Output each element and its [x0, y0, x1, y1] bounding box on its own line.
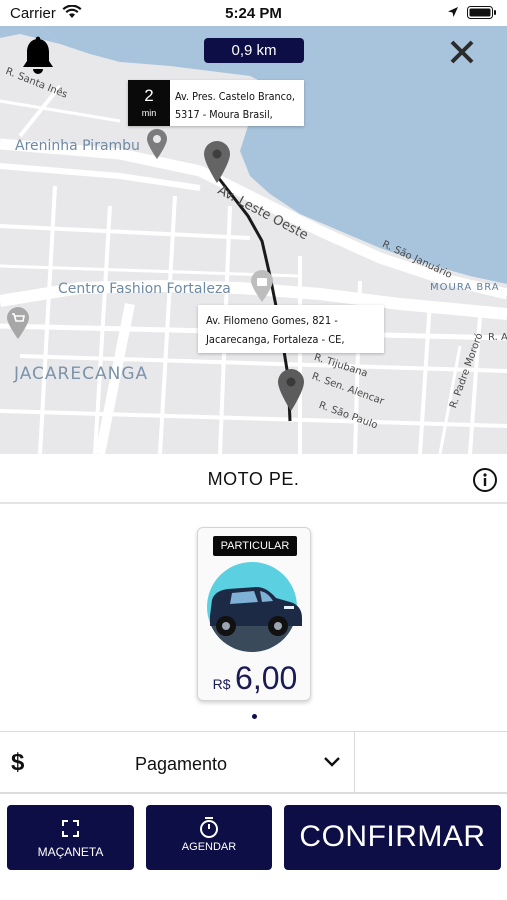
poi-pin-areninha[interactable]: [146, 128, 168, 160]
map-label-areninha: Areninha Pirambu: [15, 138, 140, 154]
map-label-moura-brasil: MOURA BRA: [430, 282, 500, 293]
chevron-down-icon[interactable]: [323, 756, 341, 768]
eta-badge: 2 min: [128, 80, 170, 126]
stopwatch-icon: [200, 817, 218, 838]
confirm-label: CONFIRMAR: [299, 820, 486, 853]
confirm-button[interactable]: CONFIRMAR: [284, 805, 501, 870]
pickup-address: Av. Pres. Castelo Branco, 5317 - Moura B…: [175, 88, 295, 124]
bell-icon[interactable]: [20, 36, 56, 76]
destination-pin[interactable]: [277, 368, 305, 412]
price-value: 6,00: [235, 660, 298, 696]
car-icon: [207, 562, 302, 652]
map-view[interactable]: R. Santa Inês Areninha Pirambu Av. Leste…: [0, 26, 507, 454]
expand-icon: [62, 820, 79, 837]
map-label-jacarecanga: JACARECANGA: [14, 364, 149, 384]
destination-address: Av. Filomeno Gomes, 821 - Jacarecanga, F…: [206, 311, 359, 349]
map-label-centro-fashion: Centro Fashion Fortaleza: [58, 281, 231, 297]
status-bar: Carrier 5:24 PM: [0, 0, 507, 26]
pickup-address-line2: 5317 - Moura Brasil,: [175, 108, 273, 121]
macaneta-button[interactable]: MAÇANETA: [7, 805, 134, 870]
destination-address-line2: Jacarecanga, Fortaleza - CE,: [206, 333, 345, 346]
vehicle-price: R$ 6,00: [198, 660, 312, 697]
eta-value: 2: [144, 86, 154, 105]
battery-icon: [467, 6, 496, 19]
service-title: MOTO PE.: [207, 469, 300, 489]
service-header: MOTO PE.: [0, 454, 507, 504]
distance-badge: 0,9 km: [204, 38, 304, 63]
eta-unit: min: [141, 108, 157, 118]
vehicle-category-badge: PARTICULAR: [213, 536, 297, 556]
macaneta-label: MAÇANETA: [37, 845, 104, 859]
agendar-button[interactable]: AGENDAR: [146, 805, 272, 870]
payment-selector[interactable]: $ Pagamento: [0, 731, 507, 794]
origin-pin[interactable]: [203, 140, 231, 184]
price-currency: R$: [212, 676, 231, 692]
clock: 5:24 PM: [225, 5, 282, 22]
payment-divider: [354, 732, 355, 794]
payment-label: Pagamento: [135, 754, 228, 774]
destination-address-line1: Av. Filomeno Gomes, 821 -: [206, 314, 338, 327]
destination-callout: Av. Filomeno Gomes, 821 - Jacarecanga, F…: [198, 305, 384, 353]
poi-shopping-pin[interactable]: [250, 269, 274, 303]
close-icon[interactable]: [446, 36, 478, 68]
pickup-callout: 2 min Av. Pres. Castelo Branco, 5317 - M…: [128, 80, 304, 126]
agendar-label: AGENDAR: [181, 841, 237, 853]
pickup-address-line1: Av. Pres. Castelo Branco,: [175, 90, 295, 103]
dollar-icon: $: [11, 749, 25, 776]
poi-cart-pin[interactable]: [6, 306, 30, 340]
page-indicator-dot: [252, 714, 257, 719]
vehicle-option-card[interactable]: PARTICULAR R$ 6,00: [197, 527, 311, 701]
map-label-r-a: R. A: [488, 332, 507, 343]
location-arrow-icon: [448, 7, 458, 17]
info-icon[interactable]: [472, 467, 498, 493]
